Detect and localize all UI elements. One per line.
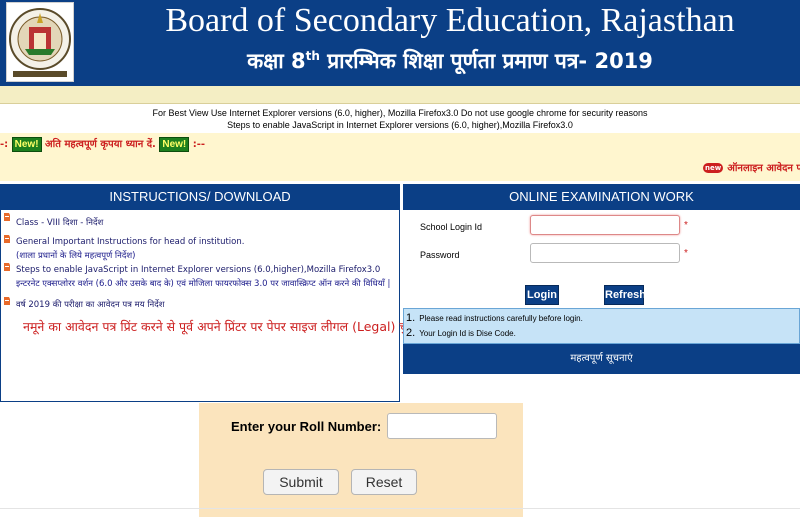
board-title-english: Board of Secondary Education, Rajasthan	[165, 2, 735, 39]
info-number: 1.	[406, 312, 416, 324]
online-exam-heading: ONLINE EXAMINATION WORK	[403, 184, 800, 210]
attention-line: -: New! अति महत्वपूर्ण कृपया ध्यान दें. …	[0, 136, 205, 152]
login-button[interactable]: Login	[525, 285, 559, 305]
required-mark: *	[684, 220, 688, 231]
attention-suffix: :--	[189, 139, 206, 150]
title-hi-prefix: कक्षा 8	[247, 49, 306, 73]
pdf-bullet-icon	[4, 263, 10, 271]
site-header: Board of Secondary Education, Rajasthan …	[0, 0, 800, 86]
instruction-link-class8[interactable]: Class - VIII दिशा - निर्देश	[16, 217, 103, 228]
new-badge: New!	[159, 137, 190, 152]
instruction-sub-general[interactable]: (शाला प्रधानों के लिये महत्वपूर्ण निर्दे…	[16, 250, 135, 261]
new-badge: New!	[11, 137, 42, 152]
roll-number-form: Enter your Roll Number: Submit Reset	[199, 403, 523, 517]
instruction-link-javascript[interactable]: Steps to enable JavaScript in Internet E…	[16, 265, 380, 275]
refresh-button[interactable]: Refresh	[604, 285, 646, 305]
pdf-bullet-icon	[4, 297, 10, 305]
info-number: 2.	[406, 327, 416, 339]
header-band	[0, 86, 800, 104]
info-item: 2. Your Login Id is Dise Code.	[406, 327, 516, 339]
pdf-bullet-icon	[4, 213, 10, 221]
board-logo	[6, 2, 74, 82]
instructions-panel: Class - VIII दिशा - निर्देश General Impo…	[0, 210, 418, 402]
password-label: Password	[420, 250, 460, 260]
marquee-announcement[interactable]: new ऑनलाइन आवेदन फॉ	[703, 160, 800, 174]
info-text: Please read instructions carefully befor…	[419, 314, 583, 323]
marquee-text: ऑनलाइन आवेदन फॉ	[727, 163, 800, 174]
pdf-bullet-icon	[4, 235, 10, 243]
instruction-link-general[interactable]: General Important Instructions for head …	[16, 237, 244, 247]
javascript-notice: Steps to enable JavaScript in Internet E…	[227, 120, 573, 130]
attention-text[interactable]: अति महत्वपूर्ण कृपया ध्यान दें.	[45, 139, 156, 150]
important-notices-link[interactable]: महत्वपूर्ण सूचनाएं	[403, 344, 800, 374]
roll-number-input[interactable]	[387, 413, 497, 439]
instruction-sub-javascript[interactable]: इन्टरनेट एक्सप्लोरर वर्शन (6.0 और उसके ब…	[16, 278, 390, 289]
instructions-heading: INSTRUCTIONS/ DOWNLOAD	[0, 184, 400, 210]
page-root: Board of Secondary Education, Rajasthan …	[0, 0, 800, 517]
attention-prefix: -:	[0, 139, 12, 150]
certificate-title-hindi: कक्षा 8th प्रारम्भिक शिक्षा पूर्णता प्रम…	[100, 47, 800, 75]
required-mark: *	[684, 248, 688, 259]
attention-row: -: New! अति महत्वपूर्ण कृपया ध्यान दें. …	[0, 133, 800, 181]
school-login-label: School Login Id	[420, 222, 483, 232]
browser-notice: For Best View Use Internet Explorer vers…	[152, 108, 648, 118]
reset-button[interactable]: Reset	[351, 469, 417, 495]
instruction-link-application-2019[interactable]: वर्ष 2019 की परीक्षा का आवेदन पत्र मय नि…	[16, 299, 165, 310]
legal-paper-note: नमूने का आवेदन पत्र प्रिंट करने से पूर्व…	[23, 319, 419, 334]
info-text: Your Login Id is Dise Code.	[419, 329, 516, 338]
emblem-icon	[9, 8, 71, 77]
school-login-input[interactable]	[530, 215, 680, 235]
title-hi-sup: th	[305, 49, 320, 63]
login-info-box: 1. Please read instructions carefully bef…	[403, 308, 800, 344]
submit-button[interactable]: Submit	[263, 469, 339, 495]
new-icon: new	[703, 163, 724, 173]
login-panel: School Login Id * Password * Login Refre…	[403, 210, 800, 402]
bottom-divider	[0, 508, 800, 509]
password-input[interactable]	[530, 243, 680, 263]
roll-number-label: Enter your Roll Number:	[231, 419, 382, 434]
info-item: 1. Please read instructions carefully bef…	[406, 312, 583, 324]
title-hi-suffix: प्रारम्भिक शिक्षा पूर्णता प्रमाण पत्र- 2…	[319, 49, 653, 73]
